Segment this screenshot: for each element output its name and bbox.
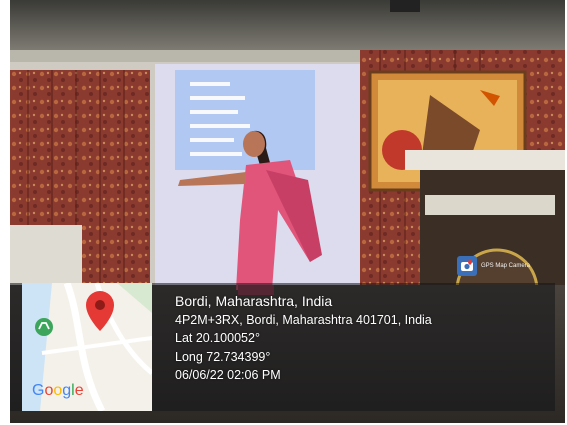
watermark-app-name: GPS Map Camera [481,263,531,269]
place-name: Bordi, Maharashtra, India [175,293,333,309]
full-address: 4P2M+3RX, Bordi, Maharashtra 401701, Ind… [175,312,432,327]
gps-map-camera-logo-icon [457,256,477,276]
lectern-top [405,150,565,170]
map-thumbnail: Google [22,281,154,413]
app-watermark: GPS Map Camera [457,255,563,277]
longitude: Long 72.734399° [175,349,271,364]
ceiling-light [390,0,420,12]
latitude: Lat 20.100052° [175,331,260,345]
location-info: Bordi, Maharashtra, India 4P2M+3RX, Bord… [175,292,432,385]
place-marker-icon [35,318,53,336]
google-logo: Google [32,382,84,399]
geotag-overlay: Google Bordi, Maharashtra, India 4P2M+3R… [10,281,555,413]
date-time: 06/06/22 02:06 PM [175,368,281,382]
